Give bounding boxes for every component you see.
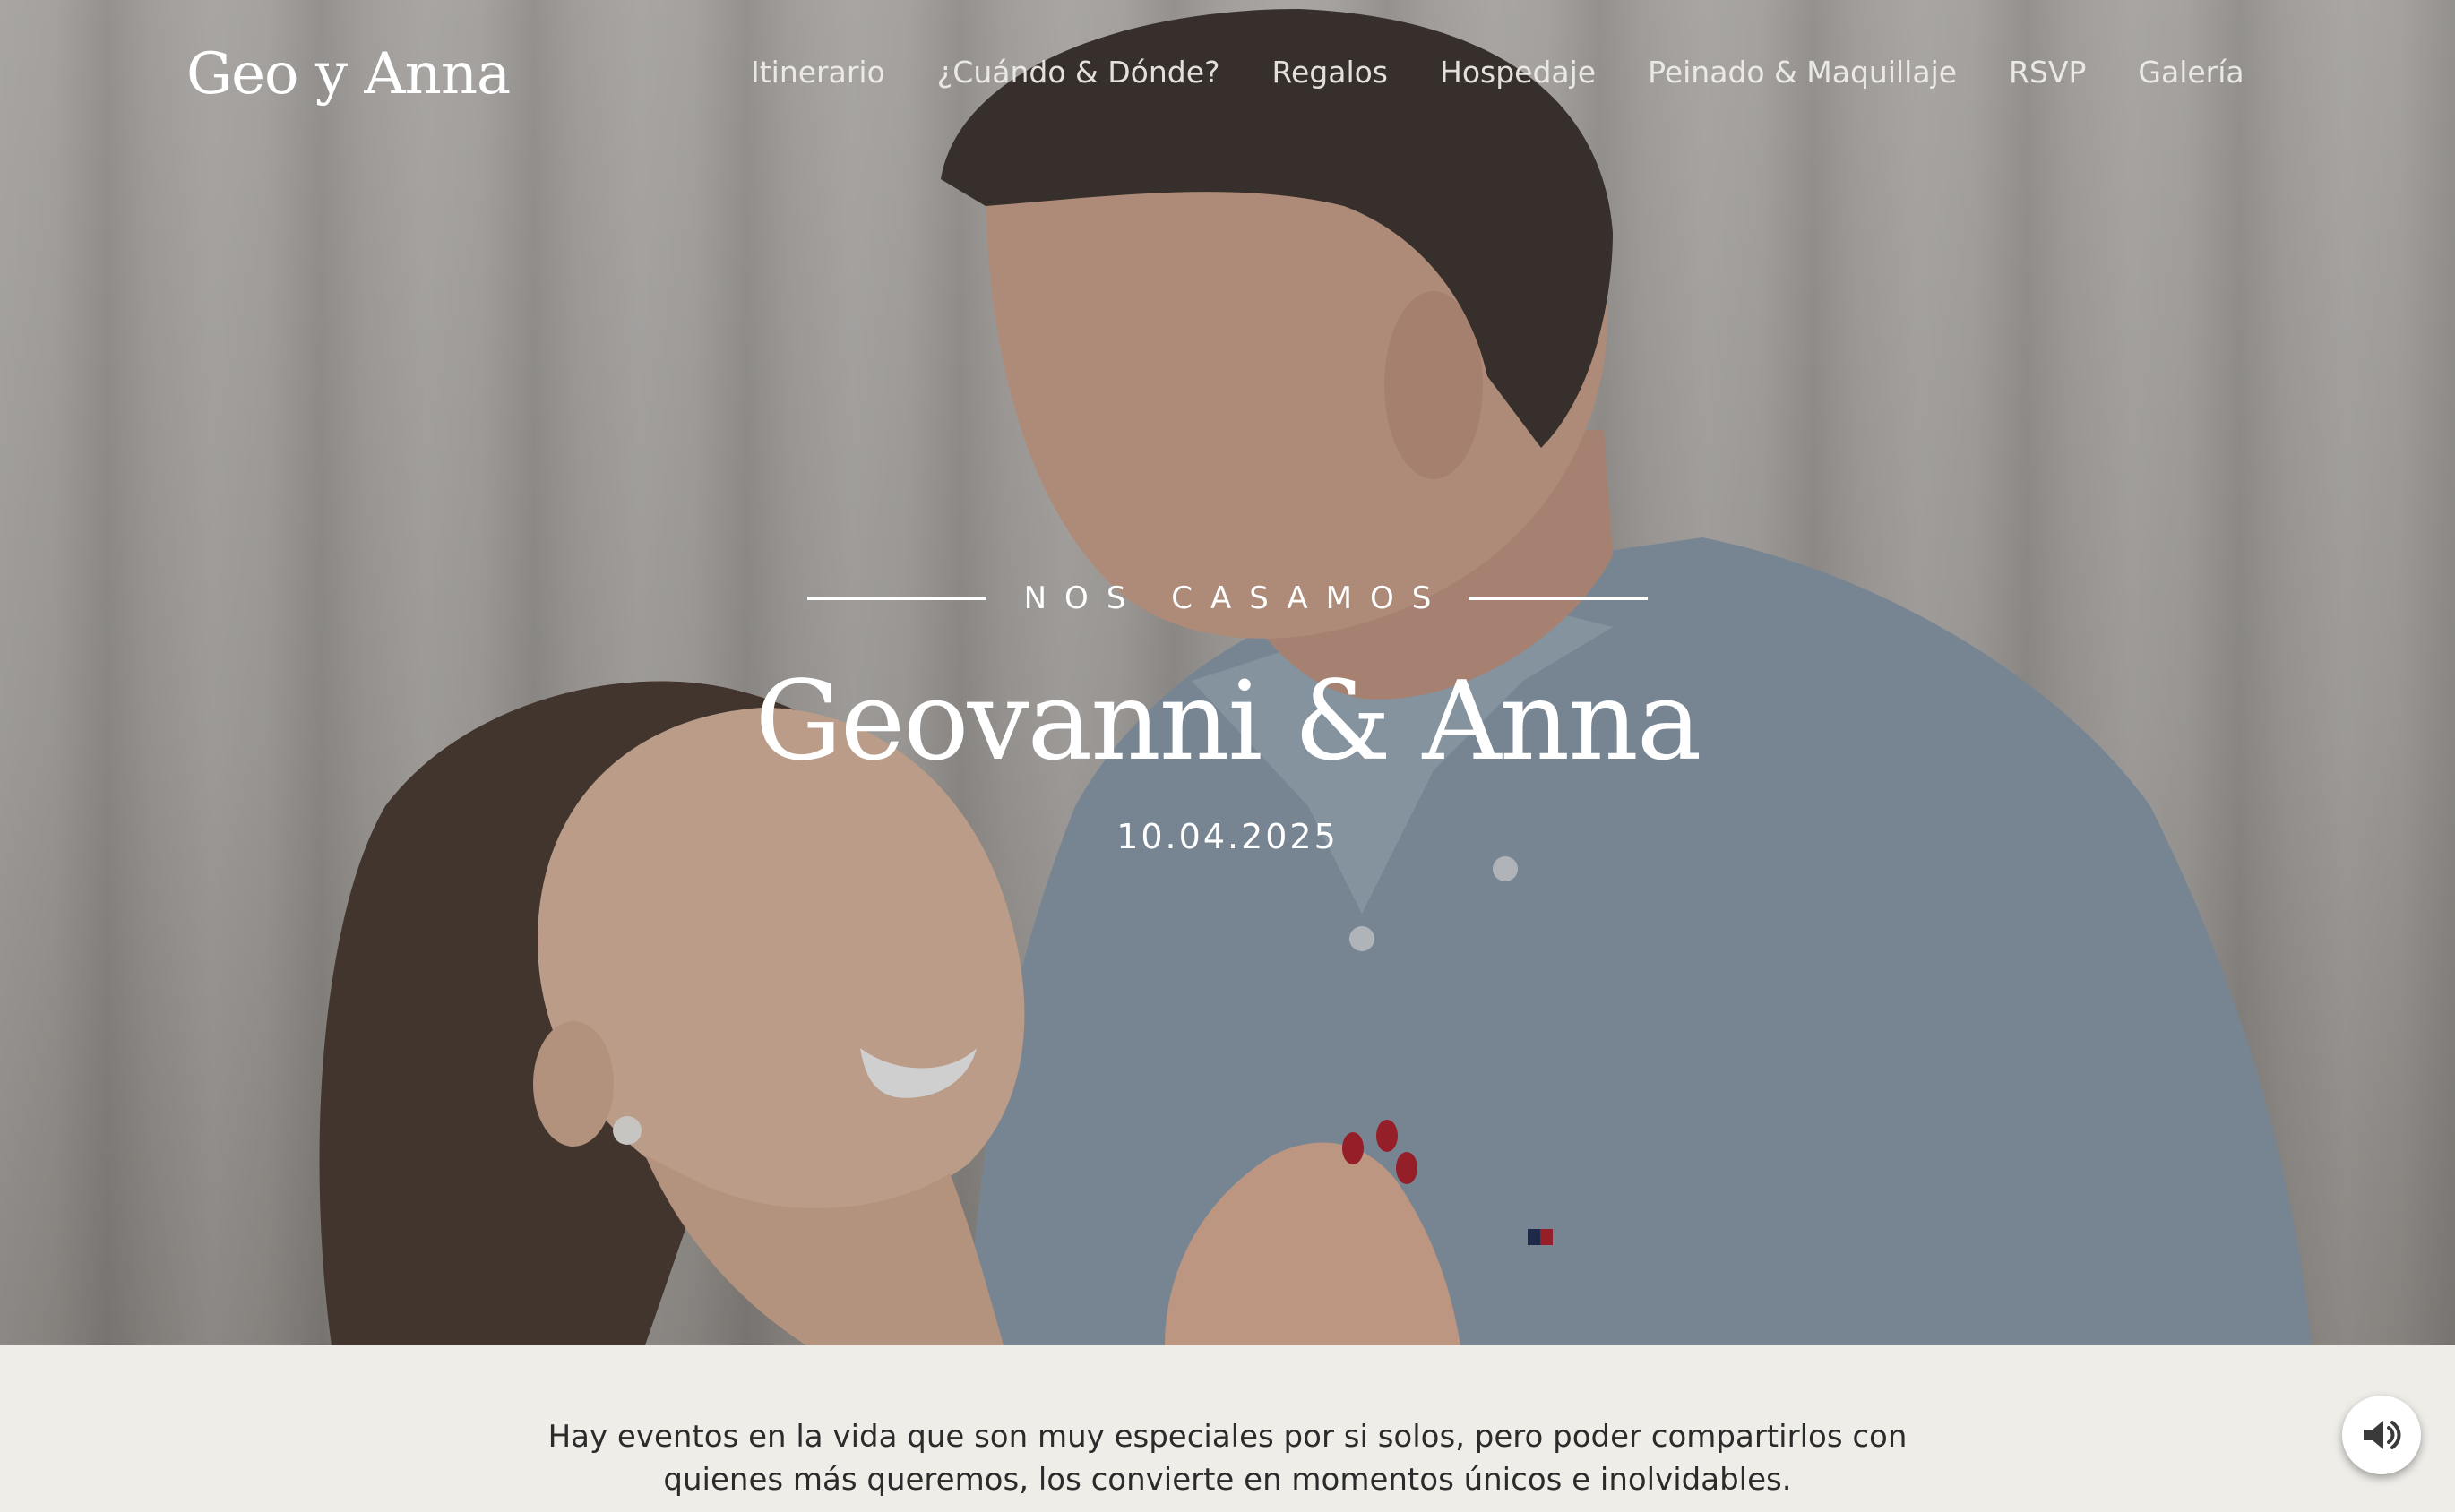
- wedding-date: 10.04.2025: [1116, 817, 1339, 856]
- nav-item-regalos[interactable]: Regalos: [1272, 50, 1388, 95]
- eyebrow-left-rule: [806, 597, 986, 600]
- nav-item-cuando-donde[interactable]: ¿Cuándo & Dónde?: [937, 50, 1220, 95]
- eyebrow-text: NOS CASAMOS: [1023, 580, 1450, 616]
- site-logo[interactable]: Geo y Anna: [186, 34, 511, 115]
- hero-eyebrow: NOS CASAMOS: [0, 580, 2455, 616]
- hero-title: Geovanni & Anna: [754, 657, 1701, 785]
- nav-item-peinado-maquillaje[interactable]: Peinado & Maquillaje: [1648, 50, 1957, 95]
- intro-line-1: Hay eventos en la vida que son muy espec…: [547, 1419, 1908, 1455]
- nav-item-hospedaje[interactable]: Hospedaje: [1440, 50, 1596, 95]
- speaker-icon: [2364, 1421, 2401, 1449]
- nav-item-rsvp[interactable]: RSVP: [2009, 50, 2086, 95]
- main-nav: Itinerario ¿Cuándo & Dónde? Regalos Hosp…: [751, 50, 2244, 95]
- nav-item-itinerario[interactable]: Itinerario: [751, 50, 885, 95]
- nav-item-galeria[interactable]: Galería: [2138, 50, 2244, 95]
- hero-section: Geo y Anna Itinerario ¿Cuándo & Dónde? R…: [0, 0, 2455, 1345]
- intro-line-2: quienes más queremos, los convierte en m…: [663, 1462, 1792, 1498]
- audio-toggle-button[interactable]: [2342, 1396, 2421, 1474]
- eyebrow-right-rule: [1469, 597, 1649, 600]
- intro-section: Hay eventos en la vida que son muy espec…: [0, 1415, 2455, 1501]
